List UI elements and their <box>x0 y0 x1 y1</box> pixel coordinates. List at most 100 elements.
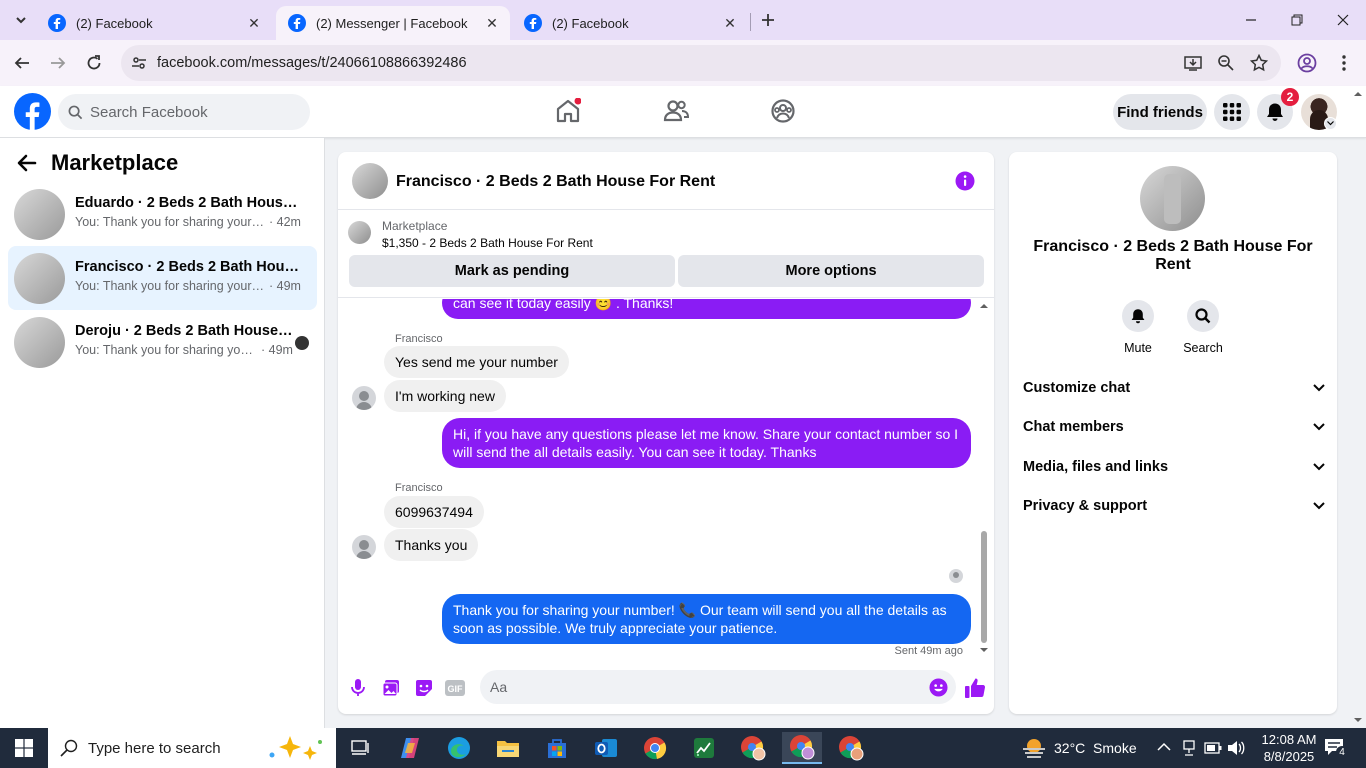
conversation-avatar <box>14 317 65 368</box>
back-arrow-icon[interactable] <box>17 153 37 173</box>
mute-action[interactable]: Mute <box>1108 300 1168 355</box>
listing-thumbnail[interactable] <box>348 221 371 244</box>
search-placeholder: Search Facebook <box>90 104 208 121</box>
chat-members-section[interactable]: Chat members <box>1023 415 1325 439</box>
back-button[interactable] <box>7 48 37 78</box>
address-bar[interactable]: facebook.com/messages/t/2406610886639248… <box>121 45 1281 81</box>
facebook-favicon-icon <box>48 14 66 32</box>
search-in-conversation-button[interactable] <box>1187 300 1219 332</box>
clock-date[interactable]: 8/8/2025 <box>1258 749 1320 764</box>
sticker-button[interactable] <box>412 676 436 700</box>
chat-panel: Francisco · 2 Beds 2 Bath House For Rent… <box>338 152 994 714</box>
folder-icon <box>497 741 519 757</box>
listing-source-label: Marketplace <box>382 219 448 233</box>
media-files-links-section[interactable]: Media, files and links <box>1023 455 1325 479</box>
stocks-chart-icon <box>694 738 714 758</box>
close-tab-icon[interactable]: ✕ <box>722 15 738 31</box>
mute-button[interactable] <box>1122 300 1154 332</box>
notification-center-button[interactable]: 4 <box>1324 738 1348 760</box>
task-view-button[interactable] <box>340 732 380 764</box>
tab-search-chevron-icon[interactable] <box>6 5 36 35</box>
section-label: Privacy & support <box>1023 498 1148 514</box>
friends-nav-button[interactable] <box>661 96 691 126</box>
mark-as-pending-button[interactable]: Mark as pending <box>349 255 675 287</box>
like-button[interactable] <box>963 676 987 700</box>
chrome-profile-app-1[interactable] <box>733 732 773 764</box>
forward-button[interactable] <box>43 48 73 78</box>
search-action[interactable]: Search <box>1173 300 1233 355</box>
taskbar-search-placeholder: Type here to search <box>88 739 221 757</box>
menu-button[interactable] <box>1214 94 1250 130</box>
gif-button[interactable]: GIF <box>443 676 467 700</box>
conversation-avatar <box>14 189 65 240</box>
more-options-button[interactable]: More options <box>678 255 984 287</box>
privacy-support-section[interactable]: Privacy & support <box>1023 494 1325 518</box>
notifications-button[interactable]: 2 <box>1257 88 1299 130</box>
customize-chat-section[interactable]: Customize chat <box>1023 376 1325 400</box>
home-nav-button[interactable] <box>553 96 583 126</box>
profile-avatar[interactable] <box>1140 166 1205 231</box>
account-chevron-icon[interactable] <box>1324 117 1337 130</box>
taskbar-search[interactable]: Type here to search <box>48 728 336 768</box>
message-input[interactable]: Aa <box>480 670 956 704</box>
weather-text[interactable]: 32°C Smoke <box>1054 740 1137 756</box>
tab-messenger[interactable]: (2) Messenger | Facebook ✕ <box>276 6 510 40</box>
browser-menu-button[interactable] <box>1329 48 1359 78</box>
conversation-item[interactable]: Eduardo · 2 Beds 2 Bath House For Rent Y… <box>8 182 317 246</box>
zoom-icon[interactable] <box>1217 54 1235 72</box>
close-tab-icon[interactable]: ✕ <box>246 15 262 31</box>
incoming-message: 6099637494 <box>384 496 484 528</box>
copilot-app[interactable] <box>390 732 430 764</box>
bookmark-star-icon[interactable] <box>1250 54 1268 72</box>
groups-icon <box>771 99 795 123</box>
restore-button[interactable] <box>1274 0 1320 40</box>
facebook-logo-icon[interactable] <box>14 93 51 130</box>
chrome-app[interactable] <box>635 732 675 764</box>
start-button[interactable] <box>4 732 44 764</box>
clock-time[interactable]: 12:08 AM <box>1258 732 1320 747</box>
preview-text: You: Thank you for sharing your number! <box>75 343 257 357</box>
find-friends-button[interactable]: Find friends <box>1113 94 1207 130</box>
reload-button[interactable] <box>79 48 109 78</box>
new-tab-button[interactable] <box>753 5 783 35</box>
page-scrollbar[interactable] <box>1352 88 1364 728</box>
stocks-app[interactable] <box>684 732 724 764</box>
profile-button[interactable] <box>1292 48 1322 78</box>
store-app[interactable] <box>537 732 577 764</box>
conversation-item[interactable]: Deroju · 2 Beds 2 Bath House For Rent Yo… <box>8 310 317 374</box>
network-icon[interactable] <box>1181 740 1197 756</box>
close-window-button[interactable] <box>1320 0 1366 40</box>
site-info-icon[interactable] <box>131 55 147 71</box>
close-tab-icon[interactable]: ✕ <box>484 15 500 31</box>
chrome-profile-app-3[interactable] <box>831 732 871 764</box>
info-icon[interactable] <box>955 171 975 191</box>
install-app-icon[interactable] <box>1184 54 1202 72</box>
sent-status: Sent 49m ago <box>894 645 964 657</box>
chat-scrollbar[interactable] <box>980 303 988 653</box>
plus-icon <box>762 14 774 26</box>
weather-icon[interactable] <box>1021 736 1047 760</box>
chrome-profile-app-2[interactable] <box>782 732 822 764</box>
tab-facebook-2[interactable]: (2) Facebook ✕ <box>512 6 748 40</box>
thumbs-up-icon <box>965 678 986 698</box>
battery-icon[interactable] <box>1204 741 1222 755</box>
facebook-search-input[interactable]: Search Facebook <box>58 94 310 130</box>
show-hidden-icons-chevron-icon[interactable] <box>1157 742 1171 752</box>
section-label: Chat members <box>1023 419 1124 435</box>
outlook-app[interactable] <box>586 732 626 764</box>
chat-avatar[interactable] <box>352 163 388 199</box>
volume-icon[interactable] <box>1227 740 1245 756</box>
groups-nav-button[interactable] <box>768 96 798 126</box>
edge-app[interactable] <box>439 732 479 764</box>
emoji-icon[interactable] <box>929 678 948 697</box>
conversation-item-active[interactable]: Francisco · 2 Beds 2 Bath House For Rent… <box>8 246 317 310</box>
attach-photo-button[interactable] <box>379 676 403 700</box>
voice-clip-button[interactable] <box>346 676 370 700</box>
file-explorer-app[interactable] <box>488 732 528 764</box>
tab-facebook-1[interactable]: (2) Facebook ✕ <box>36 6 272 40</box>
minimize-button[interactable] <box>1228 0 1274 40</box>
chat-title[interactable]: Francisco · 2 Beds 2 Bath House For Rent <box>396 173 715 191</box>
listing-price-title[interactable]: $1,350 - 2 Beds 2 Bath House For Rent <box>382 236 593 250</box>
windows-taskbar: Type here to search 32°C Smoke 12:08 AM … <box>0 728 1366 768</box>
chrome-icon <box>644 737 667 760</box>
